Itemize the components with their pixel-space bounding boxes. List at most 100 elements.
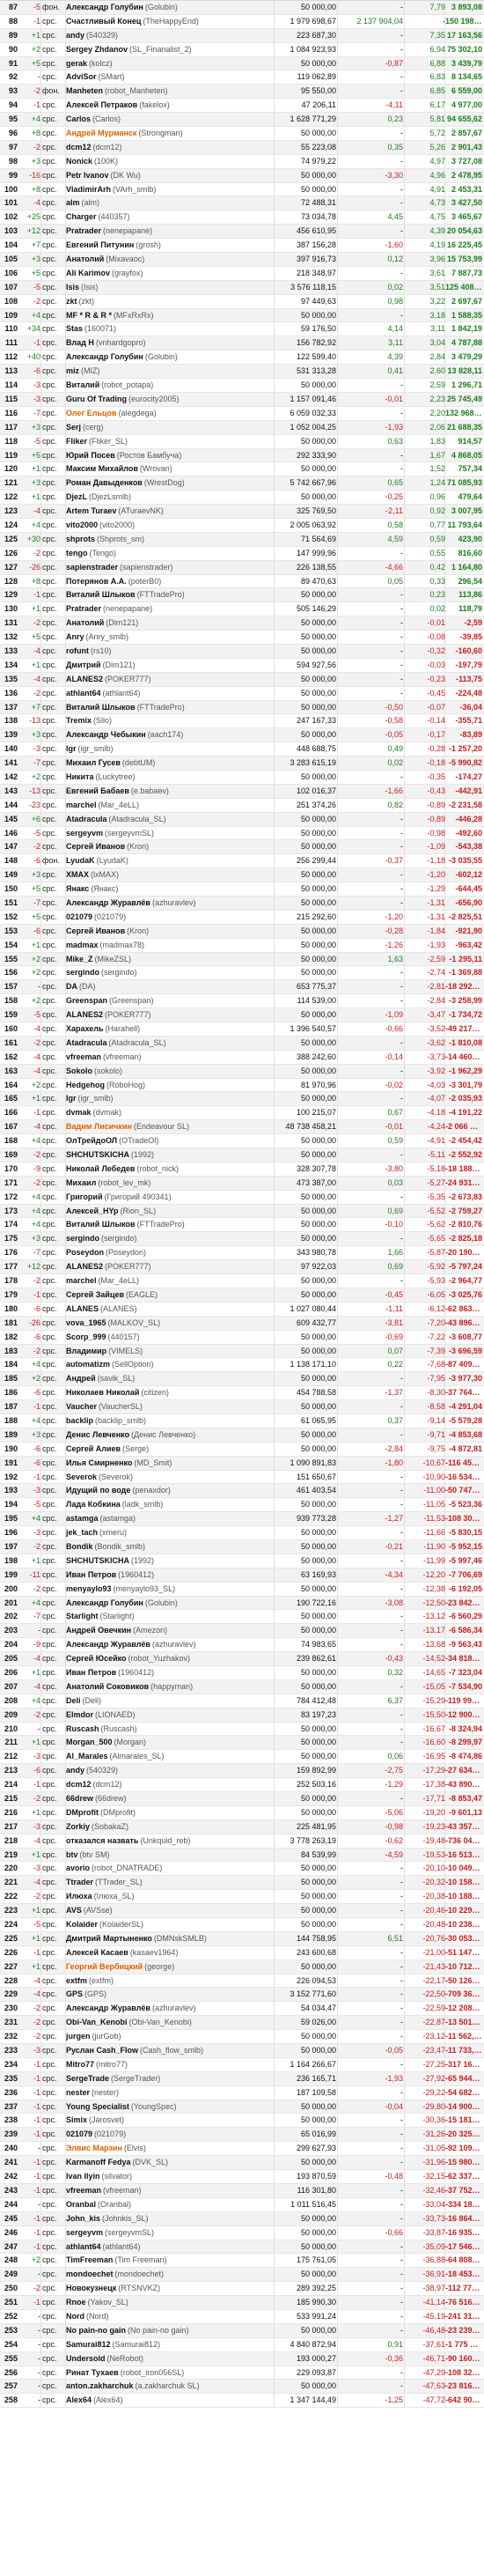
participant-name-cell[interactable]: GPS (GPS) <box>66 1988 273 2001</box>
participant-name-cell[interactable]: Ivan Ilyin (silvator) <box>66 2170 273 2183</box>
participant-name-link[interactable]: Mike_Z <box>66 955 93 963</box>
participant-name-cell[interactable]: Igr (igr_smlb) <box>66 742 273 756</box>
participant-name-cell[interactable]: Алексей Касаев (kasaev1964) <box>66 1946 273 1960</box>
participant-name-link[interactable]: Ttrader <box>66 1878 93 1886</box>
participant-name-link[interactable]: отказался назвать <box>66 1836 138 1845</box>
participant-name-link[interactable]: 021079 <box>66 912 92 921</box>
participant-name-cell[interactable]: Владимир (VIMELS) <box>66 1345 273 1358</box>
participant-name-cell[interactable]: Иван Петров (1960412) <box>66 1666 273 1679</box>
participant-name-link[interactable]: SHCHUTSKICHA <box>66 1556 129 1565</box>
participant-name-link[interactable]: Илья Смирненко <box>66 1458 132 1467</box>
participant-name-cell[interactable]: LyudaK (LyudaK) <box>66 854 273 867</box>
participant-name-link[interactable]: 66drew <box>66 1794 93 1803</box>
participant-name-link[interactable]: ALANES2 <box>66 1010 103 1019</box>
participant-name-link[interactable]: sergeyvm <box>66 829 103 838</box>
participant-name-link[interactable]: Анатолий <box>66 255 104 263</box>
participant-name-link[interactable]: Manheten <box>66 86 103 95</box>
participant-name-link[interactable]: Rnoe <box>66 2298 86 2307</box>
participant-name-link[interactable]: Deli <box>66 1696 81 1705</box>
participant-name-link[interactable]: dvmak <box>66 1108 92 1117</box>
participant-name-link[interactable]: Simix <box>66 2115 87 2124</box>
participant-name-cell[interactable]: Artem Turaev (ATuraevNK) <box>66 505 273 518</box>
participant-name-cell[interactable]: athlant64 (athlant64) <box>66 2240 273 2254</box>
participant-name-link[interactable]: Kolaider <box>66 1920 98 1929</box>
participant-name-cell[interactable]: ALANES2 (POKER777) <box>66 1260 273 1273</box>
participant-name-cell[interactable]: Kolaider (KolaiderSL) <box>66 1918 273 1931</box>
participant-name-cell[interactable]: Руслан Cash_Flow (Cash_flow_smlb) <box>66 2044 273 2057</box>
participant-name-link[interactable]: Виталий Шлыков <box>66 703 136 712</box>
participant-name-cell[interactable]: extfm (extfm) <box>66 1974 273 1988</box>
participant-name-cell[interactable]: SergeTrade (SergeTrader) <box>66 2072 273 2085</box>
participant-name-cell[interactable]: Mitro77 (mitro77) <box>66 2058 273 2071</box>
participant-name-link[interactable]: Евгений Питунин <box>66 240 134 249</box>
participant-name-cell[interactable]: mondoechet (mondoechet) <box>66 2268 273 2281</box>
participant-name-link[interactable]: Михаил Гусев <box>66 758 121 767</box>
participant-name-link[interactable]: Андрей <box>66 1374 96 1383</box>
participant-name-cell[interactable]: Simix (Jarosvet) <box>66 2114 273 2127</box>
participant-name-cell[interactable]: Sokolo (sokolo) <box>66 1065 273 1078</box>
participant-name-link[interactable]: Ivan Ilyin <box>66 2172 100 2181</box>
participant-name-cell[interactable]: menyaylo93 (menyaylo93_SL) <box>66 1583 273 1596</box>
participant-name-cell[interactable]: Анатолий (Dim121) <box>66 616 273 630</box>
participant-name-cell[interactable]: Лада Кобкина (ladk_smlb) <box>66 1498 273 1511</box>
participant-name-cell[interactable]: Young Specialist (YoungSpec) <box>66 2100 273 2114</box>
participant-name-link[interactable]: jurgen <box>66 2032 91 2041</box>
participant-name-cell[interactable]: Счастливый Конец (TheHappyEnd) <box>66 15 273 28</box>
participant-name-link[interactable]: Guru Of Trading <box>66 395 127 403</box>
participant-name-cell[interactable]: Иван Петров (1960412) <box>66 1568 273 1582</box>
participant-name-link[interactable]: Вадим Лисичкин <box>66 1122 132 1131</box>
participant-name-link[interactable]: XMAX <box>66 870 89 879</box>
participant-name-cell[interactable]: vfreeman (vfreeman) <box>66 1051 273 1064</box>
participant-name-link[interactable]: sergindo <box>66 968 99 977</box>
participant-name-cell[interactable]: Элвис Марзин (Elvis) <box>66 2142 273 2155</box>
participant-name-link[interactable]: Александр Журавлёв <box>66 2004 150 2012</box>
participant-name-link[interactable]: Сергей Алиев <box>66 1444 121 1453</box>
participant-name-link[interactable]: dcm12 <box>66 143 92 151</box>
participant-name-cell[interactable]: John_kis (Johnkis_SL) <box>66 2212 273 2225</box>
participant-name-link[interactable]: Евгений Бабаев <box>66 786 129 795</box>
participant-name-link[interactable]: Alex64 <box>66 2395 92 2404</box>
participant-name-cell[interactable]: Михаил (robot_lev_mk) <box>66 1177 273 1190</box>
participant-name-link[interactable]: GPS <box>66 1989 83 1998</box>
participant-name-cell[interactable]: Андрей Овечкин (Amezon) <box>66 1624 273 1637</box>
participant-name-cell[interactable]: Manheten (robot_Manheten) <box>66 85 273 98</box>
participant-name-cell[interactable]: Ruscash (Ruscash) <box>66 1723 273 1736</box>
participant-name-cell[interactable]: Starlight (Starlight) <box>66 1610 273 1623</box>
participant-name-link[interactable]: DMprofit <box>66 1808 99 1817</box>
participant-name-cell[interactable]: Идущий по воде (penaxdor) <box>66 1484 273 1497</box>
participant-name-cell[interactable]: avorio (robot_DNATRADE) <box>66 1862 273 1875</box>
participant-name-link[interactable]: vfreeman <box>66 2186 101 2195</box>
participant-name-cell[interactable]: TimFreeman (Tim Freeman) <box>66 2254 273 2267</box>
participant-name-cell[interactable]: Atadracula (Atadracula_SL) <box>66 1037 273 1050</box>
participant-name-link[interactable]: SergeTrade <box>66 2074 109 2083</box>
participant-name-link[interactable]: Идущий по воде <box>66 1486 130 1495</box>
participant-name-link[interactable]: nester <box>66 2088 90 2097</box>
participant-name-link[interactable]: Undersold <box>66 2354 106 2363</box>
participant-name-link[interactable]: btv <box>66 1850 78 1859</box>
participant-name-cell[interactable]: madmax (madmax78) <box>66 939 273 952</box>
participant-name-link[interactable]: Николай Лебедев <box>66 1164 135 1173</box>
participant-name-cell[interactable]: Андрей (savik_SL) <box>66 1372 273 1385</box>
participant-name-cell[interactable]: Александр Чебыкин (aach174) <box>66 728 273 742</box>
participant-name-cell[interactable]: Александр Голубин (Golubin) <box>66 351 273 364</box>
participant-name-link[interactable]: Oranbal <box>66 2200 96 2209</box>
participant-name-cell[interactable]: andy (540329) <box>66 1764 273 1777</box>
participant-name-link[interactable]: MF * R & R * <box>66 311 112 320</box>
participant-name-cell[interactable]: Илюха (Iлюха_SL) <box>66 1890 273 1903</box>
participant-name-link[interactable]: Денис Левченко <box>66 1430 129 1439</box>
participant-name-link[interactable]: gerak <box>66 59 87 68</box>
participant-name-link[interactable]: Потерянов А.А. <box>66 577 127 586</box>
participant-name-cell[interactable]: gerak (kolcz) <box>66 57 273 70</box>
participant-name-link[interactable]: Новокузнецк <box>66 2284 116 2292</box>
participant-name-cell[interactable]: Олег Ельцов (alegdega) <box>66 407 273 420</box>
participant-name-cell[interactable]: Евгений Бабаев (e.babaev) <box>66 785 273 798</box>
participant-name-link[interactable]: Алексей Касаев <box>66 1948 128 1957</box>
participant-name-link[interactable]: DA <box>66 982 77 991</box>
participant-name-link[interactable]: Дмитрий <box>66 661 101 669</box>
participant-name-cell[interactable]: shprots (Shprots_sm) <box>66 533 273 546</box>
participant-name-link[interactable]: Николаев Николай <box>66 1388 139 1397</box>
participant-name-cell[interactable]: Николаев Николай (citizen) <box>66 1386 273 1399</box>
participant-name-cell[interactable]: отказался назвать (Unkquid_reb) <box>66 1834 273 1848</box>
participant-name-link[interactable]: rofunt <box>66 646 89 655</box>
participant-name-cell[interactable]: Hedgehog (RoboHog) <box>66 1079 273 1092</box>
